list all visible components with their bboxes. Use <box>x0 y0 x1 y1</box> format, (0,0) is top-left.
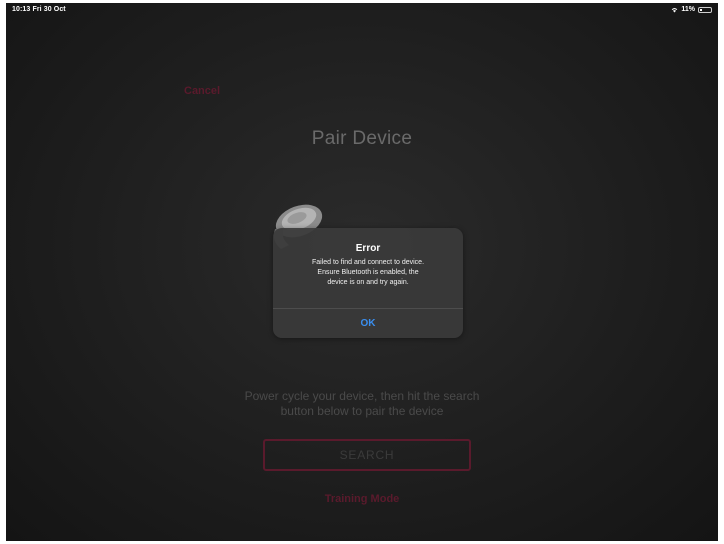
alert-message-line-1: Failed to find and connect to device. <box>311 259 425 266</box>
app-screen: 10:13 Fri 30 Oct 11% Cancel Pair Device … <box>6 3 718 541</box>
alert-message: Failed to find and connect to device. En… <box>283 258 453 288</box>
alert-message-line-3: device is on and try again. <box>327 279 409 286</box>
error-alert-dialog: Error Failed to find and connect to devi… <box>273 228 463 338</box>
alert-message-line-2: Ensure Bluetooth is enabled, the <box>317 269 419 276</box>
alert-title: Error <box>355 243 381 254</box>
ok-button[interactable]: OK <box>273 309 463 338</box>
